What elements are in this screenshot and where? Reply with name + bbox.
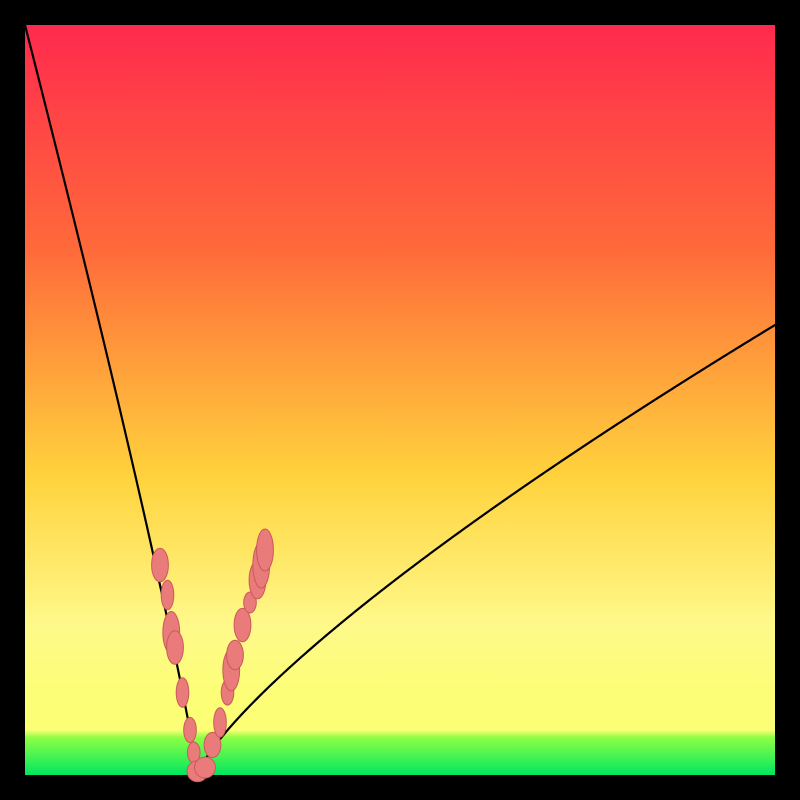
bottleneck-chart: TheBottleneck.com <box>0 0 800 800</box>
chart-svg <box>0 0 800 800</box>
